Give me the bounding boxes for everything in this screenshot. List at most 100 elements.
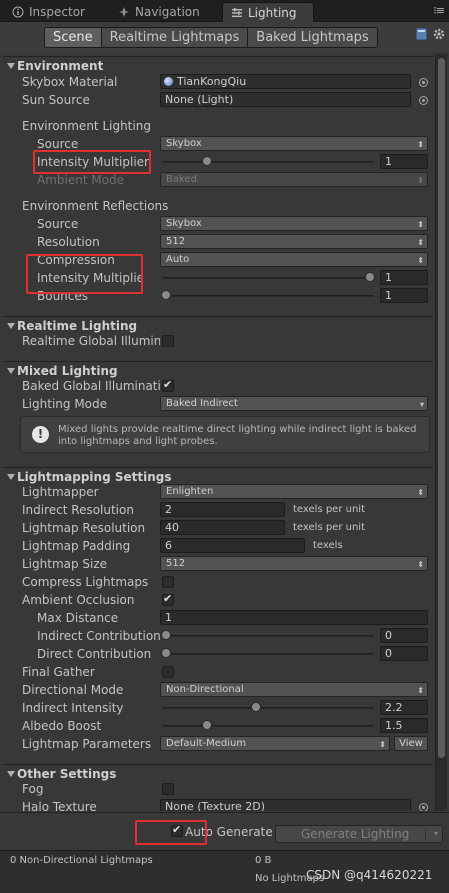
indirect-intensity-slider[interactable]: [160, 700, 378, 716]
slider-track: [162, 653, 374, 655]
highlight-box: [135, 820, 207, 845]
slider-thumb[interactable]: [201, 156, 212, 166]
tab-inspector[interactable]: Inspector: [4, 2, 104, 22]
tab-navigation-label: Navigation: [135, 5, 200, 19]
baked-gi-label: Baked Global Illuminatio: [22, 379, 160, 393]
settings-gear-icon[interactable]: [432, 27, 446, 41]
lighting-icon: [231, 7, 243, 19]
indirect-intensity-field[interactable]: 2.2: [380, 700, 428, 715]
ambient-source-dropdown[interactable]: Skybox ⬍: [160, 136, 428, 151]
slider-thumb[interactable]: [365, 272, 375, 282]
lighting-toolbar: Scene Realtime Lightmaps Baked Lightmaps: [0, 22, 449, 52]
directional-mode-dropdown[interactable]: Non-Directional ⬍: [160, 682, 428, 697]
slider-track: [162, 295, 374, 297]
navigation-icon: [118, 6, 130, 18]
foldout-arrow-icon: [7, 771, 15, 777]
watermark-text: CSDN @q414620221: [306, 868, 433, 882]
albedo-boost-label: Albedo Boost: [22, 719, 102, 733]
indirect-resolution-label: Indirect Resolution: [22, 503, 134, 517]
indirect-contribution-slider[interactable]: [160, 628, 378, 644]
object-picker-icon[interactable]: [419, 803, 428, 811]
section-title: Realtime Lighting: [17, 319, 138, 333]
halo-texture-field[interactable]: None (Texture 2D): [160, 799, 411, 811]
slider-track: [162, 161, 374, 163]
baked-gi-checkbox[interactable]: [162, 378, 174, 392]
dropdown-arrow-icon: ⬍: [417, 220, 424, 229]
indirect-intensity-row: Indirect Intensity 2.2: [3, 699, 433, 717]
final-gather-checkbox[interactable]: [162, 666, 174, 678]
slider-thumb[interactable]: [161, 290, 171, 300]
slider-thumb[interactable]: [161, 630, 171, 640]
segment-realtime-lightmaps[interactable]: Realtime Lightmaps: [101, 28, 249, 47]
reflection-source-dropdown[interactable]: Skybox ⬍: [160, 216, 428, 231]
lightmapper-label: Lightmapper: [22, 485, 99, 499]
object-picker-icon[interactable]: [419, 78, 428, 87]
indirect-intensity-label: Indirect Intensity: [22, 701, 124, 715]
lightmaps-count: 0 Non-Directional Lightmaps: [10, 855, 153, 866]
dropdown-arrow-icon[interactable]: ▾: [434, 826, 438, 842]
slider-thumb[interactable]: [161, 648, 171, 658]
slider-thumb[interactable]: [250, 702, 261, 712]
tab-lighting[interactable]: Lighting: [222, 2, 314, 22]
realtime-gi-checkbox[interactable]: [162, 335, 174, 347]
indirect-resolution-field[interactable]: 2: [160, 502, 285, 517]
ambient-intensity-slider[interactable]: [160, 154, 378, 170]
lighting-mode-dropdown[interactable]: Baked Indirect ▾: [160, 396, 428, 411]
halo-texture-label: Halo Texture: [22, 800, 97, 811]
reflection-intensity-field[interactable]: 1: [380, 270, 428, 285]
panel-scrollbar[interactable]: [435, 54, 447, 811]
ambient-occlusion-label: Ambient Occlusion: [22, 593, 135, 607]
indirect-contribution-field[interactable]: 0: [380, 628, 428, 643]
generate-lighting-button[interactable]: Generate Lighting ▾: [275, 825, 443, 843]
reflection-bounces-slider[interactable]: [160, 288, 378, 304]
section-title: Other Settings: [17, 767, 117, 781]
reflection-resolution-value: 512: [166, 236, 186, 247]
foldout-arrow-icon: [7, 474, 15, 480]
dropdown-arrow-icon: ⬍: [417, 140, 424, 149]
window-menu-icon[interactable]: ⁝≡: [433, 4, 445, 17]
sun-source-field[interactable]: None (Light): [160, 92, 411, 107]
lightmap-parameters-dropdown[interactable]: Default-Medium ⬍: [160, 736, 390, 751]
helpbox-text: Mixed lights provide realtime direct lig…: [58, 424, 417, 447]
reflection-intensity-slider[interactable]: [160, 270, 378, 286]
scrollbar-thumb[interactable]: [438, 58, 445, 758]
reflection-source-label: Source: [37, 217, 79, 231]
sun-source-label: Sun Source: [22, 93, 90, 107]
slider-thumb[interactable]: [201, 720, 212, 730]
direct-contribution-row: Direct Contribution 0: [3, 645, 433, 663]
reflection-resolution-row: Resolution 512 ⬍: [3, 233, 433, 251]
help-book-icon[interactable]: [415, 27, 429, 41]
dropdown-arrow-icon: ⬍: [417, 686, 424, 695]
object-picker-icon[interactable]: [419, 96, 428, 105]
fog-checkbox[interactable]: [162, 783, 174, 795]
reflection-compression-dropdown[interactable]: Auto ⬍: [160, 252, 428, 267]
max-distance-row: Max Distance 1: [3, 609, 433, 627]
lightmapper-dropdown[interactable]: Enlighten ⬍: [160, 484, 428, 499]
skybox-material-field[interactable]: TianKongQiu: [160, 74, 411, 89]
lightmap-resolution-field[interactable]: 40: [160, 520, 285, 535]
skybox-material-label: Skybox Material: [22, 75, 118, 89]
lightmap-padding-field[interactable]: 6: [160, 538, 305, 553]
button-split-divider: [425, 828, 426, 840]
direct-contribution-slider[interactable]: [160, 646, 378, 662]
albedo-boost-field[interactable]: 1.5: [380, 718, 428, 733]
reflection-bounces-field[interactable]: 1: [380, 288, 428, 303]
environment-lighting-header: Environment Lighting: [3, 117, 433, 135]
direct-contribution-field[interactable]: 0: [380, 646, 428, 661]
segment-baked-lightmaps[interactable]: Baked Lightmaps: [248, 28, 377, 47]
lightmap-resolution-label: Lightmap Resolution: [22, 521, 146, 535]
compress-lightmaps-checkbox[interactable]: [162, 576, 174, 588]
lightmap-size-dropdown[interactable]: 512 ⬍: [160, 556, 428, 571]
lightmap-parameters-value: Default-Medium: [166, 738, 247, 749]
ambient-occlusion-checkbox[interactable]: [162, 592, 174, 606]
view-parameters-button[interactable]: View: [394, 736, 428, 751]
indirect-resolution-units: texels per unit: [293, 504, 365, 515]
albedo-boost-slider[interactable]: [160, 718, 378, 734]
tab-navigation[interactable]: Navigation: [110, 2, 218, 22]
sun-source-row: Sun Source None (Light): [3, 91, 433, 109]
max-distance-field[interactable]: 1: [160, 610, 428, 625]
segment-scene[interactable]: Scene: [45, 28, 102, 47]
final-gather-label: Final Gather: [22, 665, 95, 679]
reflection-resolution-dropdown[interactable]: 512 ⬍: [160, 234, 428, 249]
ambient-intensity-field[interactable]: 1: [380, 154, 428, 169]
